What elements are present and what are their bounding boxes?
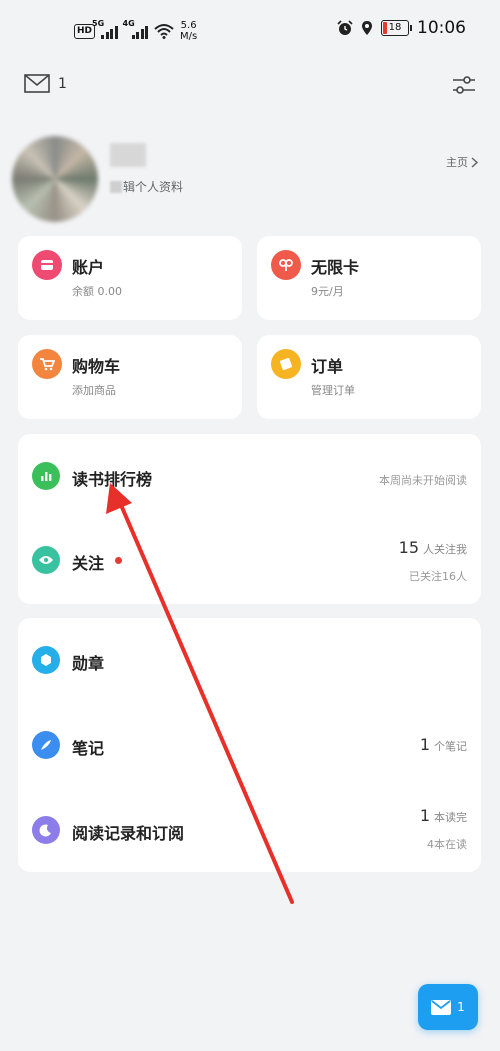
reading-history-row[interactable]: 阅读记录和订阅 1 本读完 4本在读: [18, 788, 481, 872]
speed-value: 5.6: [180, 20, 197, 31]
notes-summary: 1 个笔记: [420, 735, 467, 754]
wifi-icon: [154, 24, 174, 39]
eye-icon: [32, 546, 60, 574]
notes-title: 笔记: [72, 739, 105, 758]
wallet-icon: [32, 250, 62, 280]
follow-row[interactable]: 关注 15 人关注我 已关注16人: [18, 520, 481, 604]
status-bar: HD 5G 4G 5.6 M/s 18 10:06: [0, 0, 500, 64]
edit-profile-link[interactable]: 辑个人资料: [110, 178, 183, 195]
reading-history-title: 阅读记录和订阅: [72, 824, 185, 843]
reading-ranking-row[interactable]: 读书排行榜 本周尚未开始阅读: [18, 434, 481, 518]
cart-title: 购物车: [72, 357, 121, 376]
infinity-icon: [271, 250, 301, 280]
moon-clock-icon: [32, 816, 60, 844]
battery-icon: 18: [381, 20, 412, 36]
mail-count: 1: [58, 75, 67, 92]
orders-card[interactable]: 订单 管理订单: [257, 335, 481, 419]
clock: 10:06: [417, 18, 466, 38]
followers-summary: 15 人关注我: [399, 538, 467, 557]
badges-title: 勋章: [72, 654, 105, 673]
account-card[interactable]: 账户 余额 0.00: [18, 236, 242, 320]
floating-message-button[interactable]: 1: [418, 984, 478, 1030]
ranking-status: 本周尚未开始阅读: [379, 474, 467, 487]
ranking-title: 读书排行榜: [72, 470, 153, 489]
edit-profile-label: 辑个人资料: [123, 180, 184, 194]
unlimited-card[interactable]: 无限卡 9元/月: [257, 236, 481, 320]
orders-subtitle: 管理订单: [311, 384, 355, 397]
sim1-label: 5G: [92, 19, 105, 28]
alarm-icon: [337, 20, 353, 35]
fab-count: 1: [457, 1000, 465, 1014]
orders-title: 订单: [311, 357, 344, 376]
chevron-right-icon: [471, 156, 478, 168]
profile-name-blurred: [110, 143, 146, 167]
network-speed: 5.6 M/s: [180, 20, 197, 42]
unlimited-price: 9元/月: [311, 285, 344, 298]
battery-level: 18: [388, 22, 402, 33]
sim2-label: 4G: [122, 19, 135, 28]
account-title: 账户: [72, 258, 105, 277]
unread-dot: [115, 557, 122, 564]
signal-icon: 5G: [92, 19, 118, 39]
badges-row[interactable]: 勋章: [18, 618, 481, 702]
followers-label: 人关注我: [423, 543, 467, 556]
cart-card[interactable]: 购物车 添加商品: [18, 335, 242, 419]
mail-icon: [24, 74, 50, 93]
account-balance: 余额 0.00: [72, 285, 122, 298]
notes-label: 个笔记: [434, 740, 467, 753]
records-card: 勋章 笔记 1 个笔记 阅读记录和订阅 1 本读完 4本在读: [18, 618, 481, 872]
home-link-label: 主页: [446, 156, 468, 169]
avatar[interactable]: [12, 136, 98, 222]
followers-count: 15: [398, 538, 419, 557]
speed-unit: M/s: [180, 31, 198, 42]
feather-pen-icon: [32, 731, 60, 759]
bar-chart-icon: [32, 462, 60, 490]
notes-row[interactable]: 笔记 1 个笔记: [18, 703, 481, 787]
envelope-icon: [431, 999, 452, 1015]
notes-count: 1: [419, 735, 430, 754]
social-card: 读书排行榜 本周尚未开始阅读 关注 15 人关注我 已关注16人: [18, 434, 481, 604]
medal-icon: [32, 646, 60, 674]
following-count: 已关注16人: [409, 570, 467, 583]
cart-subtitle: 添加商品: [72, 384, 116, 397]
reading-now-count: 4本在读: [427, 838, 467, 851]
status-right: 18 10:06: [337, 18, 466, 38]
unlimited-title: 无限卡: [311, 258, 360, 277]
follow-title: 关注: [72, 554, 105, 573]
signal-icon-2: 4G: [123, 19, 149, 39]
finished-summary: 1 本读完: [420, 806, 467, 825]
messages-button[interactable]: 1: [24, 74, 67, 93]
settings-sliders-icon[interactable]: [452, 74, 476, 96]
finished-count: 1: [419, 806, 430, 825]
order-ticket-icon: [271, 349, 301, 379]
home-page-link[interactable]: 主页: [446, 154, 478, 170]
finished-label: 本读完: [434, 811, 467, 824]
location-icon: [362, 21, 372, 35]
status-left: HD 5G 4G 5.6 M/s: [74, 19, 197, 42]
cart-icon: [32, 349, 62, 379]
